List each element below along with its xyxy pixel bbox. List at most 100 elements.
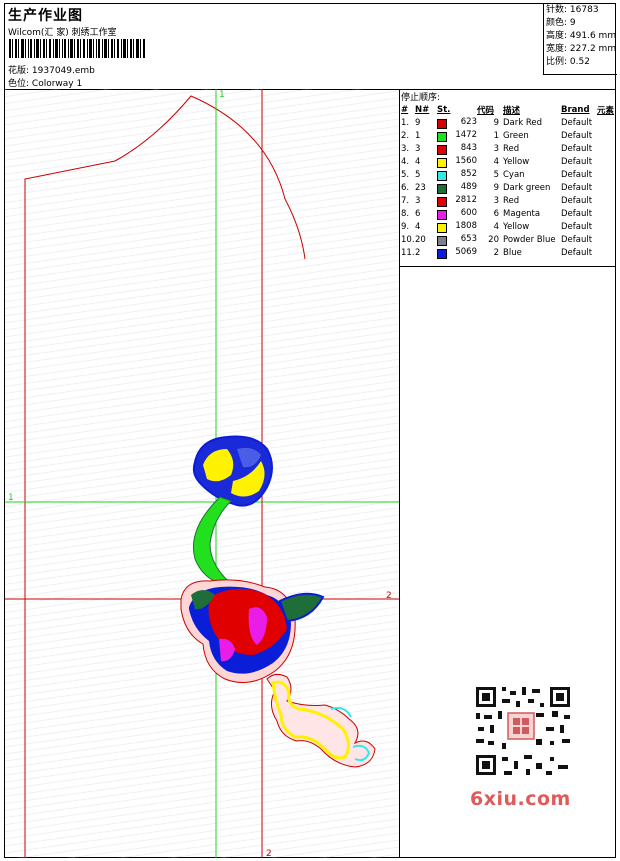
row-code: 5: [493, 169, 499, 180]
thread-row: 11. 2 5069 2 Blue Default: [401, 246, 615, 259]
color-swatch: [437, 196, 447, 207]
row-stitches: 2812: [437, 194, 477, 207]
row-stitches: 843: [437, 142, 477, 155]
row-code: 6: [493, 208, 499, 219]
row-code: 4: [493, 221, 499, 232]
row-brand: Default: [561, 156, 593, 167]
color-swatch: [437, 235, 447, 246]
thread-row: 7. 3 2812 3 Red Default: [401, 194, 615, 207]
row-index: 10.: [401, 234, 415, 245]
row-stitches: 489: [437, 181, 477, 194]
row-index: 7.: [401, 195, 410, 206]
row-brand: Default: [561, 208, 593, 219]
row-element: [597, 233, 615, 246]
row-element: [597, 168, 615, 181]
row-code: 1: [493, 130, 499, 141]
stitch-count: 843: [460, 142, 477, 153]
row-needle: 6: [415, 208, 421, 219]
row-description: Green: [503, 130, 529, 141]
row-description: Yellow: [503, 156, 530, 167]
col-element: 元素: [597, 105, 615, 116]
col-code: 代码: [477, 105, 495, 116]
barcode-icon: [9, 39, 145, 58]
thread-table: # N# St. 代码 描述 Brand 元素 1. 9 623 9 Dark Red D…: [401, 103, 615, 259]
row-stitches: 623: [437, 116, 477, 129]
row-needle: 23: [415, 182, 426, 193]
page-title: 生产作业图: [8, 8, 83, 24]
design-file-line: 花版: 1937049.emb: [8, 63, 95, 76]
row-stitches: 5069: [437, 246, 477, 259]
vine-swirl: [266, 673, 376, 768]
row-code: 3: [493, 195, 499, 206]
row-stitches: 600: [437, 207, 477, 220]
row-code: 9: [493, 117, 499, 128]
row-description: Yellow: [503, 221, 530, 232]
row-index: 9.: [401, 221, 410, 232]
row-needle: 20: [415, 234, 426, 245]
row-element: [597, 116, 615, 129]
stitch-count: 852: [460, 168, 477, 179]
thread-row: 6. 23 489 9 Dark green Default: [401, 181, 615, 194]
thread-row: 10. 20 653 20 Powder Blue Default: [401, 233, 615, 246]
row-code: 2: [493, 247, 499, 258]
design-file: 1937049.emb: [31, 66, 95, 76]
stitch-count: 2812: [455, 194, 477, 205]
row-brand: Default: [561, 221, 593, 232]
color-swatch: [437, 144, 447, 155]
row-index: 6.: [401, 182, 410, 193]
row-brand: Default: [561, 169, 593, 180]
stitch-count: 1560: [455, 155, 477, 166]
thread-row: 4. 4 1560 4 Yellow Default: [401, 155, 615, 168]
stitch-count: 600: [460, 207, 477, 218]
row-brand: Default: [561, 234, 593, 245]
row-element: [597, 246, 615, 259]
thread-row: 9. 4 1808 4 Yellow Default: [401, 220, 615, 233]
design-label: 花版:: [8, 66, 30, 76]
row-description: Red: [503, 143, 520, 154]
row-code: 4: [493, 156, 499, 167]
flower-bud-top: [192, 435, 273, 507]
row-element: [597, 207, 615, 220]
row-index: 4.: [401, 156, 410, 167]
row-brand: Default: [561, 130, 593, 141]
row-element: [597, 181, 615, 194]
row-brand: Default: [561, 182, 593, 193]
row-index: 3.: [401, 143, 410, 154]
row-description: Powder Blue: [503, 234, 556, 245]
col-index: #: [401, 104, 409, 115]
axis-label-h1: 1: [8, 493, 14, 503]
row-description: Magenta: [503, 208, 541, 219]
company-name: Wilcom(汇 家) 刺绣工作室: [8, 28, 117, 38]
color-swatch: [437, 157, 447, 168]
row-description: Dark green: [503, 182, 551, 193]
stop-sequence-title: 停止顺序:: [401, 93, 441, 103]
row-needle: 9: [415, 117, 421, 128]
stitch-count: 5069: [455, 246, 477, 257]
stitch-count: 1808: [455, 220, 477, 231]
row-needle: 2: [415, 247, 421, 258]
row-needle: 1: [415, 130, 421, 141]
thread-row: 3. 3 843 3 Red Default: [401, 142, 615, 155]
row-code: 9: [493, 182, 499, 193]
stat-scale: 比例: 0.52: [546, 57, 590, 67]
color-swatch: [437, 222, 447, 233]
row-needle: 4: [415, 221, 421, 232]
row-element: [597, 129, 615, 142]
row-needle: 5: [415, 169, 421, 180]
color-swatch: [437, 131, 447, 142]
stat-height: 高度: 491.6 mm: [546, 31, 617, 41]
axis-label-h2: 2: [386, 591, 392, 601]
axis-label-v2: 2: [266, 849, 272, 858]
row-index: 2.: [401, 130, 410, 141]
design-stats: 针数: 16783 颜色: 9 高度: 491.6 mm 宽度: 227.2 m…: [543, 4, 617, 75]
color-swatch: [437, 183, 447, 194]
col-stitches: St.: [437, 104, 451, 115]
row-brand: Default: [561, 195, 593, 206]
row-description: Blue: [503, 247, 522, 258]
thread-table-header: # N# St. 代码 描述 Brand 元素: [401, 103, 615, 116]
stitch-count: 489: [460, 181, 477, 192]
row-element: [597, 194, 615, 207]
stitch-count: 1472: [455, 129, 477, 140]
flower-stem: [192, 496, 237, 588]
stitch-count: 623: [460, 116, 477, 127]
